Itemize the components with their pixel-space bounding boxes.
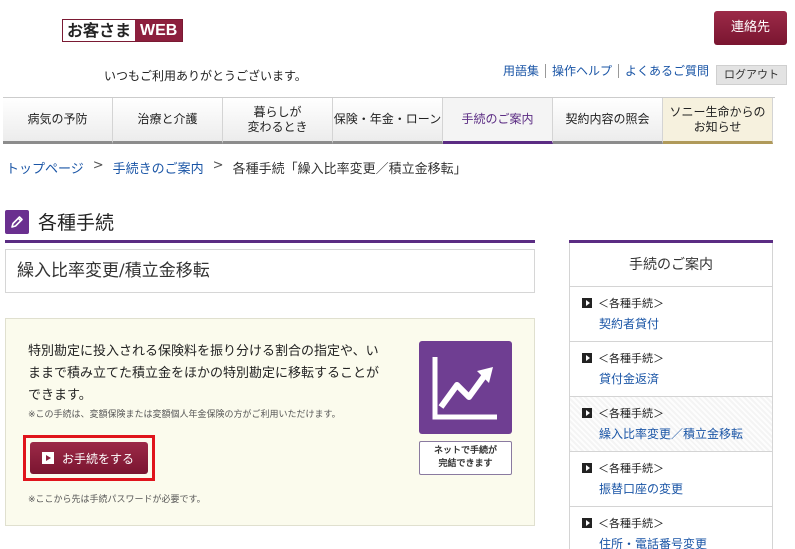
sidebar-item-category: ＜各種手続＞: [598, 462, 664, 475]
breadcrumb-procedures-link[interactable]: 手続きのご案内: [113, 158, 204, 177]
logout-button[interactable]: ログアウト: [716, 65, 787, 85]
sidebar-item-label[interactable]: 貸付金返済: [582, 370, 772, 387]
utility-nav: 用語集 操作ヘルプ よくあるご質問: [503, 64, 715, 78]
breadcrumb-separator: >: [212, 158, 224, 173]
play-icon: [582, 298, 592, 308]
sidebar-item-policy-loan[interactable]: ＜各種手続＞ 契約者貸付: [569, 287, 773, 342]
logo-text-part2: WEB: [135, 20, 183, 41]
breadcrumb: トップページ > 手続きのご案内 > 各種手続「繰入比率変更／積立金移転」: [6, 158, 467, 177]
page-title: 繰入比率変更/積立金移転: [17, 261, 210, 281]
nav-item-procedures[interactable]: 手続のご案内: [443, 98, 553, 144]
play-icon: [582, 408, 592, 418]
procedure-info-box: 特別勘定に投入される保険料を振り分ける割合の指定や、いままで積み立てた積立金をほ…: [5, 318, 535, 526]
help-link[interactable]: 操作ヘルプ: [546, 64, 620, 78]
cta-highlight-frame: お手続をする: [23, 435, 155, 481]
contact-button[interactable]: 連絡先: [714, 11, 787, 45]
sidebar-item-allocation-change[interactable]: ＜各種手続＞ 繰入比率変更／積立金移転: [569, 397, 773, 452]
play-icon: [582, 518, 592, 528]
section-title: 各種手続: [38, 212, 115, 234]
global-nav: 病気の予防 治療と介護 暮らしが 変わるとき 保険・年金・ローン 手続のご案内 …: [3, 97, 775, 144]
sidebar-item-address-phone-change[interactable]: ＜各種手続＞ 住所・電話番号変更: [569, 507, 773, 549]
sidebar-item-bank-account-change[interactable]: ＜各種手続＞ 振替口座の変更: [569, 452, 773, 507]
play-icon: [582, 463, 592, 473]
section-divider: [5, 240, 535, 243]
nav-item-sony-news[interactable]: ソニー生命からの お知らせ: [663, 98, 773, 144]
procedure-sidebar: 手続のご案内 ＜各種手続＞ 契約者貸付 ＜各種手続＞ 貸付金返済 ＜各種手続＞ …: [569, 240, 773, 549]
nav-item-contract-inquiry[interactable]: 契約内容の照会: [553, 98, 663, 144]
section-heading: 各種手続: [5, 208, 114, 235]
password-note: ※ここから先は手続パスワードが必要です。: [28, 495, 206, 505]
eligibility-note: ※この手続は、変額保険または変額個人年金保険の方がご利用いただけます。: [28, 410, 341, 420]
nav-item-insurance-pension-loan[interactable]: 保険・年金・ローン: [333, 98, 443, 144]
site-logo[interactable]: お客さま WEB: [62, 19, 184, 42]
faq-link[interactable]: よくあるご質問: [619, 64, 715, 78]
nav-item-prevention[interactable]: 病気の予防: [3, 98, 113, 144]
breadcrumb-separator: >: [92, 158, 104, 173]
sidebar-item-loan-repayment[interactable]: ＜各種手続＞ 貸付金返済: [569, 342, 773, 397]
sidebar-item-category: ＜各種手続＞: [598, 407, 664, 420]
greeting-text: いつもご利用ありがとうございます。: [104, 69, 307, 83]
sidebar-item-label[interactable]: 住所・電話番号変更: [582, 535, 772, 549]
start-procedure-label: お手続をする: [62, 451, 135, 466]
chart-up-icon: [419, 341, 512, 434]
logo-text-part1: お客さま: [63, 20, 136, 41]
online-complete-badge: ネットで手続が 完結できます: [419, 441, 512, 475]
sidebar-item-label[interactable]: 契約者貸付: [582, 315, 772, 332]
sidebar-item-category: ＜各種手続＞: [598, 517, 664, 530]
glossary-link[interactable]: 用語集: [503, 64, 547, 78]
sidebar-heading: 手続のご案内: [569, 243, 773, 287]
start-procedure-button[interactable]: お手続をする: [30, 442, 148, 474]
breadcrumb-current: 各種手続「繰入比率変更／積立金移転」: [232, 162, 467, 177]
play-icon: [42, 452, 54, 464]
page-title-box: 繰入比率変更/積立金移転: [5, 249, 535, 293]
procedure-description: 特別勘定に投入される保険料を振り分ける割合の指定や、いままで積み立てた積立金をほ…: [28, 344, 380, 403]
pencil-icon: [5, 209, 29, 234]
play-icon: [582, 353, 592, 363]
sidebar-item-label[interactable]: 振替口座の変更: [582, 480, 772, 497]
nav-item-life-changes[interactable]: 暮らしが 変わるとき: [223, 98, 333, 144]
nav-item-treatment-care[interactable]: 治療と介護: [113, 98, 223, 144]
breadcrumb-home-link[interactable]: トップページ: [6, 158, 84, 177]
sidebar-item-category: ＜各種手続＞: [598, 352, 664, 365]
sidebar-item-label[interactable]: 繰入比率変更／積立金移転: [582, 425, 772, 442]
sidebar-item-category: ＜各種手続＞: [598, 297, 664, 310]
